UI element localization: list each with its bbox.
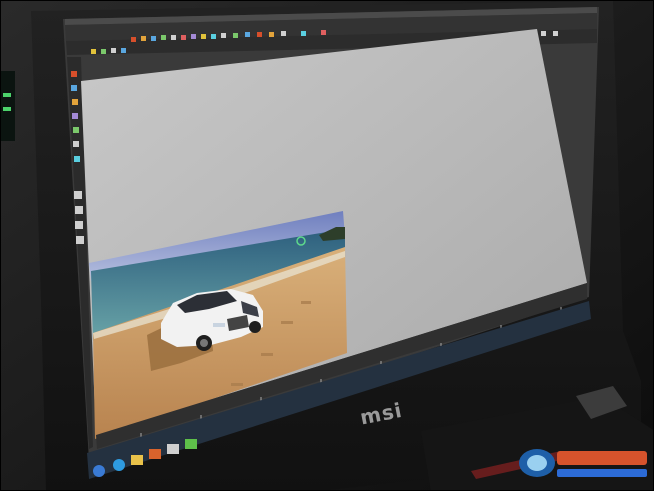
- media-icon[interactable]: [149, 449, 161, 459]
- app-icon-2[interactable]: [185, 439, 197, 449]
- windows-start-icon[interactable]: [93, 465, 105, 477]
- photo: msi: [0, 0, 654, 491]
- app-icon-1[interactable]: [167, 444, 179, 454]
- folder-icon[interactable]: [131, 455, 143, 465]
- watermark-logo: [519, 449, 647, 477]
- side-monitor: [1, 71, 15, 141]
- ie-icon[interactable]: [113, 459, 125, 471]
- scene-svg: [1, 1, 653, 490]
